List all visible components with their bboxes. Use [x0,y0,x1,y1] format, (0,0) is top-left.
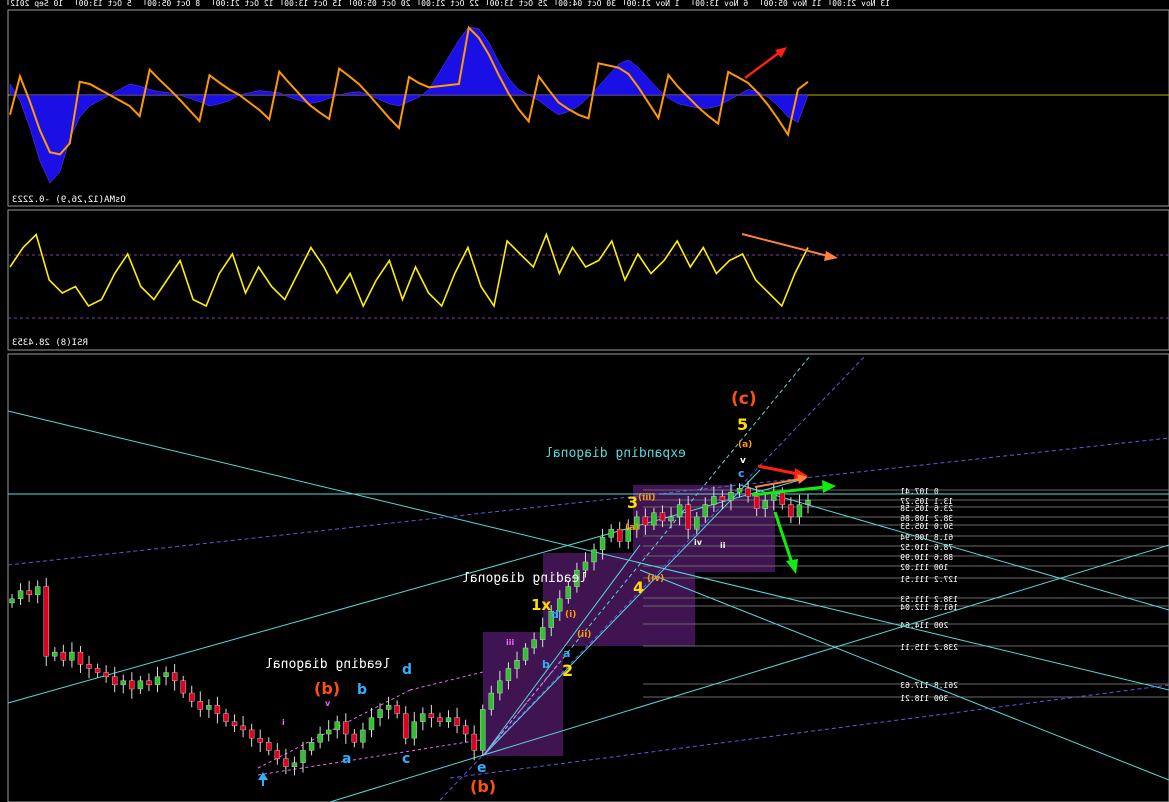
wave-label-iii-paren: (iii) [638,493,655,503]
fib-level-label: 23.6 105.58 [900,504,953,513]
fib-level-label: 127.2 111.51 [900,575,958,584]
wave-label-4: 4 [633,578,644,597]
price-panel: 0 107.4113.1 105.2723.6 105.5838.2 108.8… [7,353,1169,802]
fib-level-label: 0 107.41 [900,487,939,496]
wave-label-v-roman: v [325,699,331,708]
wave-label-d-cyan: d [551,608,559,621]
wave-label-b-cyan: b [542,658,550,671]
time-axis-label: 1 Nov 21:00 [627,0,680,8]
osma-label: OsMA(12,26,9) -0.2223 [12,195,126,205]
wave-label-a-paren: (a) [625,523,639,533]
wave-label-i-paren: (i) [565,610,576,620]
time-axis-label: 30 Oct 04:00 [558,0,616,8]
rsi-label: RSI(8) 28.4353 [12,338,88,348]
wave-label-1x: 1x [531,596,551,614]
wave-label-b-blue-left: b [357,682,367,698]
fib-level-label: 88.6 110.99 [900,553,953,562]
wave-label-b-orange-bottom: (b) [470,777,496,796]
fib-level-label: 50.0 105.53 [900,522,953,531]
wave-label-3: 3 [627,493,638,512]
wave-label-e-blue: e [477,760,487,776]
time-axis-label: 25 Oct 13:00 [490,0,548,8]
wave-label-i-roman: i [282,718,285,727]
pattern-leading-diagonal-mid: leading diagonal [462,571,587,586]
fib-level-label: 300 118.21 [900,694,948,703]
rsi-panel: RSI(8) 28.4353 [7,209,1169,351]
wave-label-d-blue: d [402,662,412,678]
time-axis-label: 12 Oct 21:00 [216,0,274,8]
wave-label-v: v [740,456,746,466]
fib-level-label: 100 111.02 [900,563,948,572]
wave-label-iv-roman: iv [694,538,703,547]
wave-label-iii-roman: iii [506,638,514,647]
wave-label-ii-paren: (ii) [577,630,591,640]
time-axis-label: 15 Oct 13:00 [284,0,342,8]
time-axis-label: 8 Oct 05:00 [147,0,200,8]
fib-level-label: 261.8 117.63 [900,681,958,690]
wave-label-c-big: (c) [731,389,757,409]
wave-label-a-blue: a [342,751,351,767]
wave-label-b-paren-orange: (b) [314,679,340,698]
wave-label-c-cyan: c [738,467,745,480]
time-axis-label: 22 Oct 21:00 [421,0,479,8]
fib-level-label: 238.2 115.11 [900,643,958,652]
fib-level-label: 161.8 112.04 [900,603,958,612]
time-axis-label: 11 Nov 05:00 [764,0,822,8]
time-axis-label: 20 Oct 05:00 [353,0,411,8]
pattern-expanding-diagonal: expanding diagonal [545,446,686,461]
candle [480,704,486,756]
wave-label-2: 2 [562,661,573,680]
chart-canvas: 10 Sep 2012 5 Oct 13:00 8 Oct 05:00 12 Oct … [0,0,1169,802]
wave-label-a-small-top: (a) [738,440,752,450]
candle [43,577,49,667]
pattern-leading-diagonal-left: leading diagonal [265,657,390,672]
wave-label-a-cyan: a [563,647,570,660]
wave-label-5: 5 [737,415,748,434]
time-axis-label: 5 Oct 13:00 [79,0,132,8]
osma-panel: OsMA(12,26,9) -0.2223 [7,9,1169,207]
time-axis-label: 10 Sep 2012 [10,0,63,8]
time-axis-label: 13 Nov 21:00 [832,0,890,8]
time-axis-label: 6 Nov 13:00 [695,0,748,8]
time-axis: 10 Sep 2012 5 Oct 13:00 8 Oct 05:00 12 Oct … [0,0,1169,8]
wave-label-c-blue: c [402,751,410,767]
wave-label-ii-roman: ii [720,541,726,550]
wave-label-iv-paren: (iv) [647,574,664,584]
